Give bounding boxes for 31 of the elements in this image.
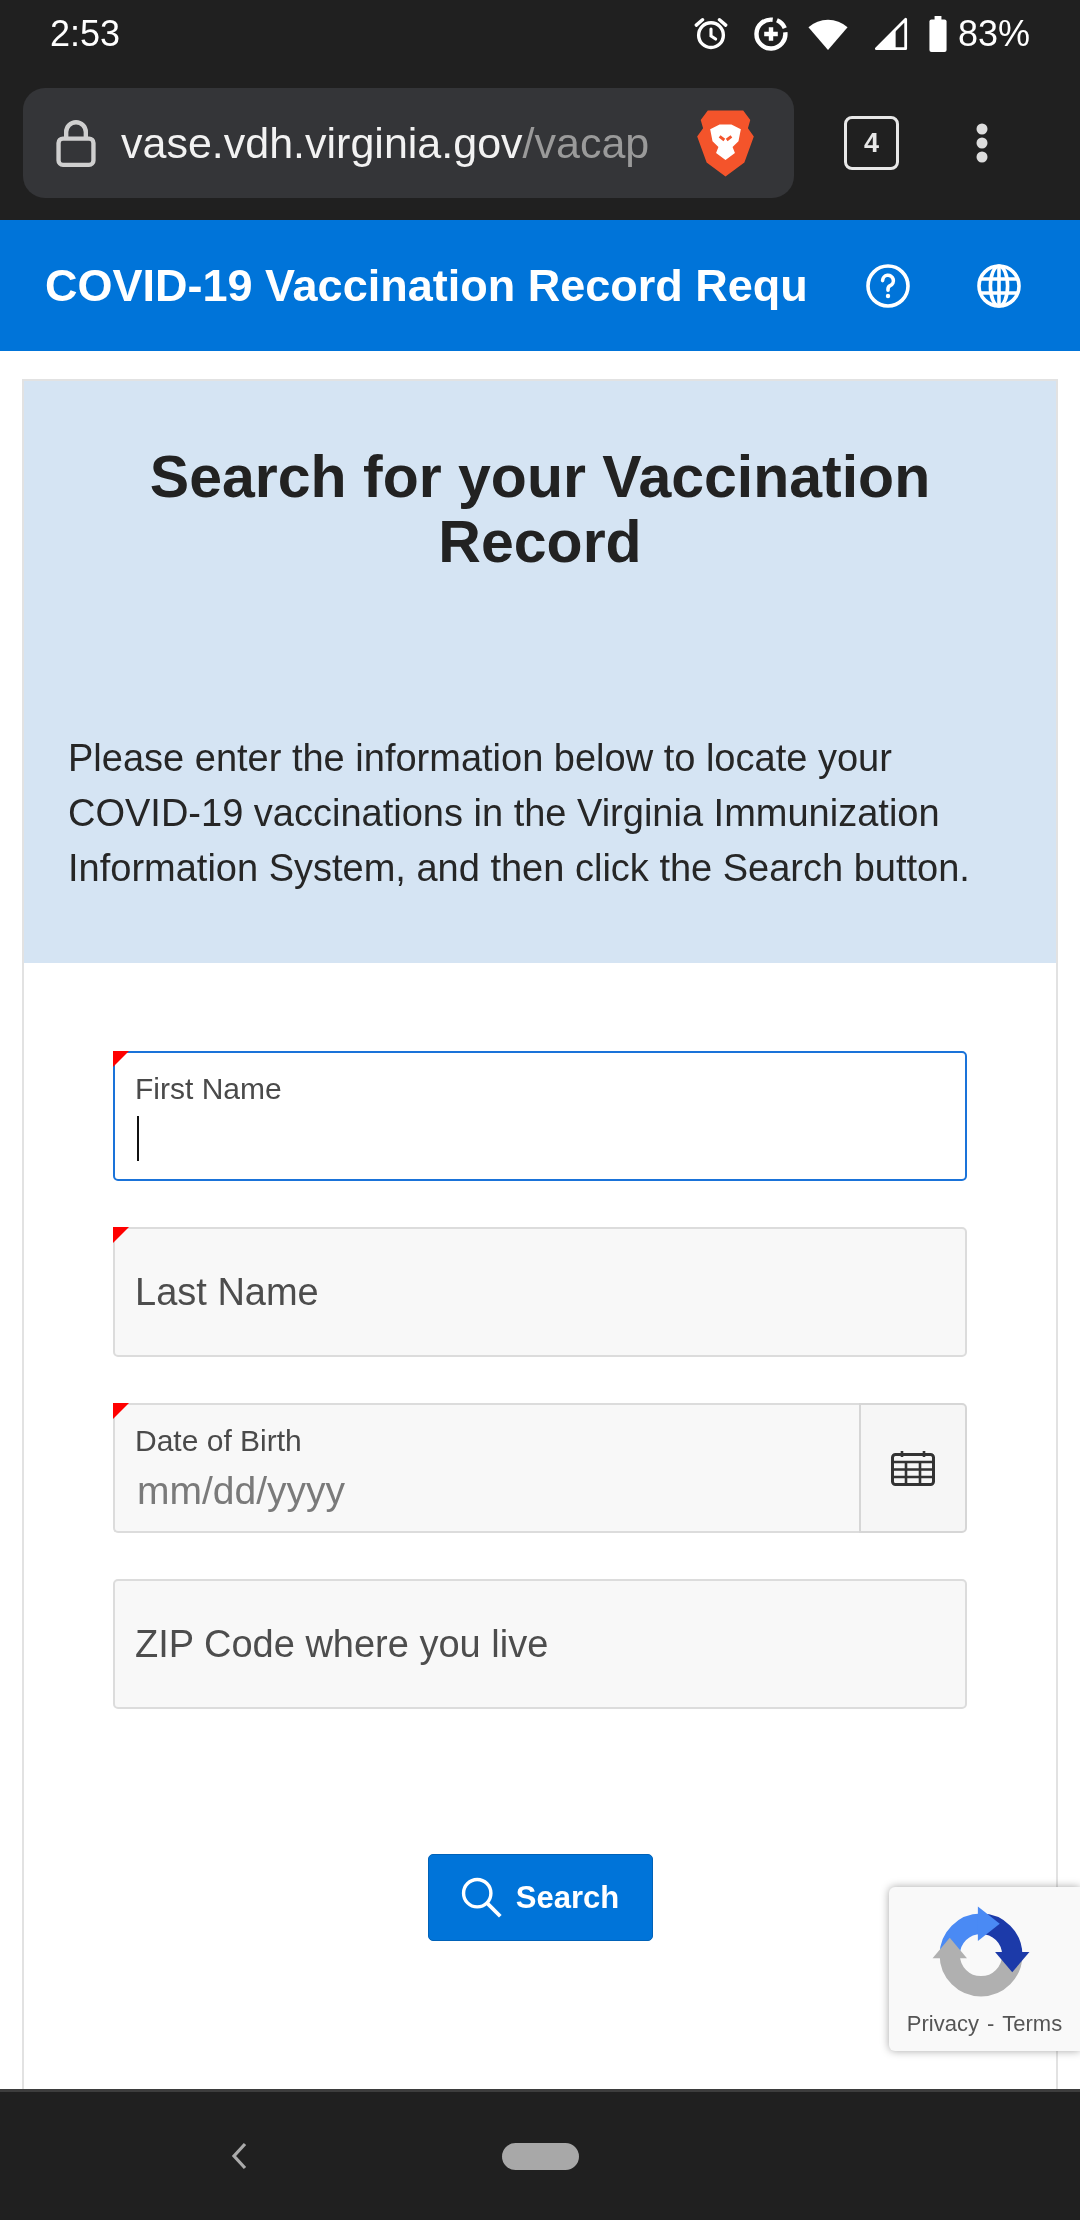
alarm-icon (693, 17, 728, 51)
home-button[interactable] (502, 2142, 579, 2170)
date-field[interactable]: Date of Birth mm/dd/yyyy (113, 1403, 859, 1533)
text-field[interactable]: ZIP Code where you live (113, 1579, 967, 1709)
wifi-icon (807, 18, 848, 50)
app-title: COVID-19 Vaccination Record Requ (45, 259, 808, 312)
search-button[interactable]: Search (427, 1854, 653, 1941)
text-cursor-icon (137, 1116, 139, 1161)
back-icon[interactable] (231, 2142, 247, 2170)
battery-icon (927, 16, 948, 52)
signal-icon (873, 17, 908, 51)
lock-icon[interactable] (55, 119, 97, 167)
terms-link[interactable]: Terms (1002, 2011, 1063, 2037)
link-separator: - (986, 2011, 995, 2037)
clock-time: 2:53 (50, 13, 121, 55)
menu-icon[interactable] (976, 123, 988, 163)
battery-percent: 83% (957, 13, 1030, 55)
text-field[interactable]: Last Name (113, 1227, 967, 1357)
calendar-icon (891, 1450, 935, 1486)
address-bar[interactable]: vase.vdh.virginia.gov/vacap (23, 88, 794, 198)
shield-icon[interactable] (696, 107, 755, 179)
privacy-link[interactable]: Privacy (906, 2011, 979, 2037)
plus-circle-icon (753, 17, 788, 51)
help-icon[interactable] (866, 263, 910, 308)
text-field[interactable]: First Name (113, 1051, 967, 1181)
globe-icon[interactable] (977, 263, 1021, 308)
intro-text: Please enter the information below to locate your COVID-19 vaccinations in the Virginia Immunization Information System, and then click the Search button. (68, 736, 971, 891)
search-icon (460, 1877, 502, 1918)
page-heading: Search for your Vaccination Record (148, 445, 932, 575)
tab-switcher-button[interactable]: 4 (844, 116, 899, 170)
calendar-button[interactable] (859, 1403, 967, 1533)
